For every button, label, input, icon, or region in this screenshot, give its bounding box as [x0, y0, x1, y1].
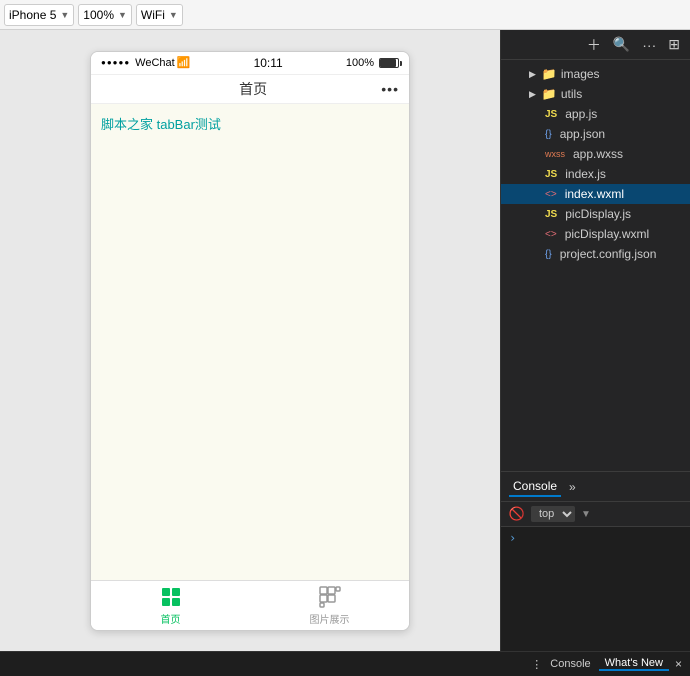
app-name: WeChat [135, 57, 175, 69]
console-area: Console » 🚫 top ▼ › [501, 471, 690, 651]
app-js-ext: JS [545, 109, 557, 120]
nav-title: 首页 [239, 79, 267, 99]
whats-new-status-item[interactable]: What's New [599, 657, 669, 671]
device-chevron-icon: ▼ [60, 10, 69, 20]
status-right: 100% [346, 57, 399, 69]
picDisplay-wxml-label: picDisplay.wxml [565, 227, 649, 241]
battery-pct: 100% [346, 57, 374, 69]
home-tab-icon [159, 585, 183, 609]
network-label: WiFi [141, 8, 165, 22]
console-prompt-icon: › [509, 531, 516, 545]
index-wxml-ext: <> [545, 189, 557, 200]
close-whats-new-button[interactable]: × [671, 657, 686, 671]
main-area: ●●●●● WeChat 📶 10:11 100% 首页 ••• [0, 30, 690, 651]
file-item-app-json[interactable]: {} app.json [501, 124, 690, 144]
picDisplay-js-label: picDisplay.js [565, 207, 631, 221]
tab-item-gallery[interactable]: 图片展示 [250, 581, 409, 630]
utils-folder-label: utils [561, 87, 582, 101]
images-folder-icon: 📁 [542, 67, 557, 81]
app-wxss-ext: wxss [545, 149, 565, 159]
file-item-index-js[interactable]: JS index.js [501, 164, 690, 184]
picDisplay-js-ext: JS [545, 209, 557, 220]
index-js-label: index.js [565, 167, 606, 181]
wifi-icon: 📶 [177, 56, 191, 69]
images-arrow-icon: ▶ [529, 69, 536, 80]
picDisplay-wxml-ext: <> [545, 229, 557, 240]
tab-item-home[interactable]: 首页 [91, 581, 250, 630]
scale-label: 100% [83, 8, 114, 22]
tab-gallery-label: 图片展示 [310, 611, 350, 626]
console-toolbar: 🚫 top ▼ [501, 502, 690, 527]
bottom-status-bar: ⋮ Console What's New × [0, 651, 690, 676]
network-selector[interactable]: WiFi ▼ [136, 4, 183, 26]
file-item-images[interactable]: ▶ 📁 images [501, 64, 690, 84]
file-panel: ＋ 🔍 ··· ⊞ ▶ 📁 images ▶ 📁 utils JS [500, 30, 690, 651]
console-chevron-icon[interactable]: » [569, 480, 576, 494]
gallery-tab-icon [318, 585, 342, 609]
project-config-label: project.config.json [560, 247, 657, 261]
project-config-ext: {} [545, 249, 552, 260]
utils-arrow-icon: ▶ [529, 89, 536, 100]
status-time: 10:11 [254, 56, 283, 70]
index-js-ext: JS [545, 169, 557, 180]
content-text: 脚本之家 tabBar测试 [101, 117, 221, 132]
utils-folder-icon: 📁 [542, 87, 557, 101]
file-tree: ▶ 📁 images ▶ 📁 utils JS app.js {} app.js… [501, 60, 690, 471]
top-toolbar: iPhone 5 ▼ 100% ▼ WiFi ▼ [0, 0, 690, 30]
status-dots-icon: ⋮ [531, 658, 542, 671]
file-item-picDisplay-wxml[interactable]: <> picDisplay.wxml [501, 224, 690, 244]
scale-selector[interactable]: 100% ▼ [78, 4, 132, 26]
index-wxml-label: index.wxml [565, 187, 624, 201]
console-content: › [501, 527, 690, 651]
scope-selector[interactable]: top [531, 506, 575, 522]
network-chevron-icon: ▼ [169, 10, 178, 20]
file-item-app-js[interactable]: JS app.js [501, 104, 690, 124]
block-icon[interactable]: 🚫 [509, 506, 525, 522]
phone-content: 脚本之家 tabBar测试 [91, 104, 409, 580]
file-item-picDisplay-js[interactable]: JS picDisplay.js [501, 204, 690, 224]
nav-dots-icon[interactable]: ••• [381, 81, 399, 97]
console-status-item[interactable]: Console [544, 658, 596, 670]
app-json-label: app.json [560, 127, 605, 141]
scope-chevron-icon: ▼ [581, 509, 591, 520]
phone-nav-bar: 首页 ••• [91, 75, 409, 104]
phone-tab-bar: 首页 图片展示 [91, 580, 409, 630]
more-icon[interactable]: ··· [640, 35, 658, 55]
signal-dots: ●●●●● [101, 58, 130, 67]
phone-frame: ●●●●● WeChat 📶 10:11 100% 首页 ••• [90, 51, 410, 631]
battery-icon [379, 58, 399, 68]
status-left: ●●●●● WeChat 📶 [101, 56, 190, 69]
device-label: iPhone 5 [9, 8, 56, 22]
file-item-index-wxml[interactable]: <> index.wxml [501, 184, 690, 204]
console-tabs: Console » [501, 472, 690, 502]
console-tab[interactable]: Console [509, 477, 561, 497]
search-file-icon[interactable]: 🔍 [611, 34, 632, 55]
tab-home-label: 首页 [161, 611, 181, 626]
file-panel-toolbar: ＋ 🔍 ··· ⊞ [501, 30, 690, 60]
file-item-project-config[interactable]: {} project.config.json [501, 244, 690, 264]
phone-panel: ●●●●● WeChat 📶 10:11 100% 首页 ••• [0, 30, 500, 651]
app-json-ext: {} [545, 129, 552, 140]
phone-status-bar: ●●●●● WeChat 📶 10:11 100% [91, 52, 409, 75]
file-item-app-wxss[interactable]: wxss app.wxss [501, 144, 690, 164]
scale-chevron-icon: ▼ [118, 10, 127, 20]
layout-icon[interactable]: ⊞ [666, 34, 682, 55]
app-js-label: app.js [565, 107, 597, 121]
file-item-utils[interactable]: ▶ 📁 utils [501, 84, 690, 104]
device-selector[interactable]: iPhone 5 ▼ [4, 4, 74, 26]
images-folder-label: images [561, 67, 600, 81]
app-wxss-label: app.wxss [573, 147, 623, 161]
add-file-icon[interactable]: ＋ [585, 33, 603, 57]
